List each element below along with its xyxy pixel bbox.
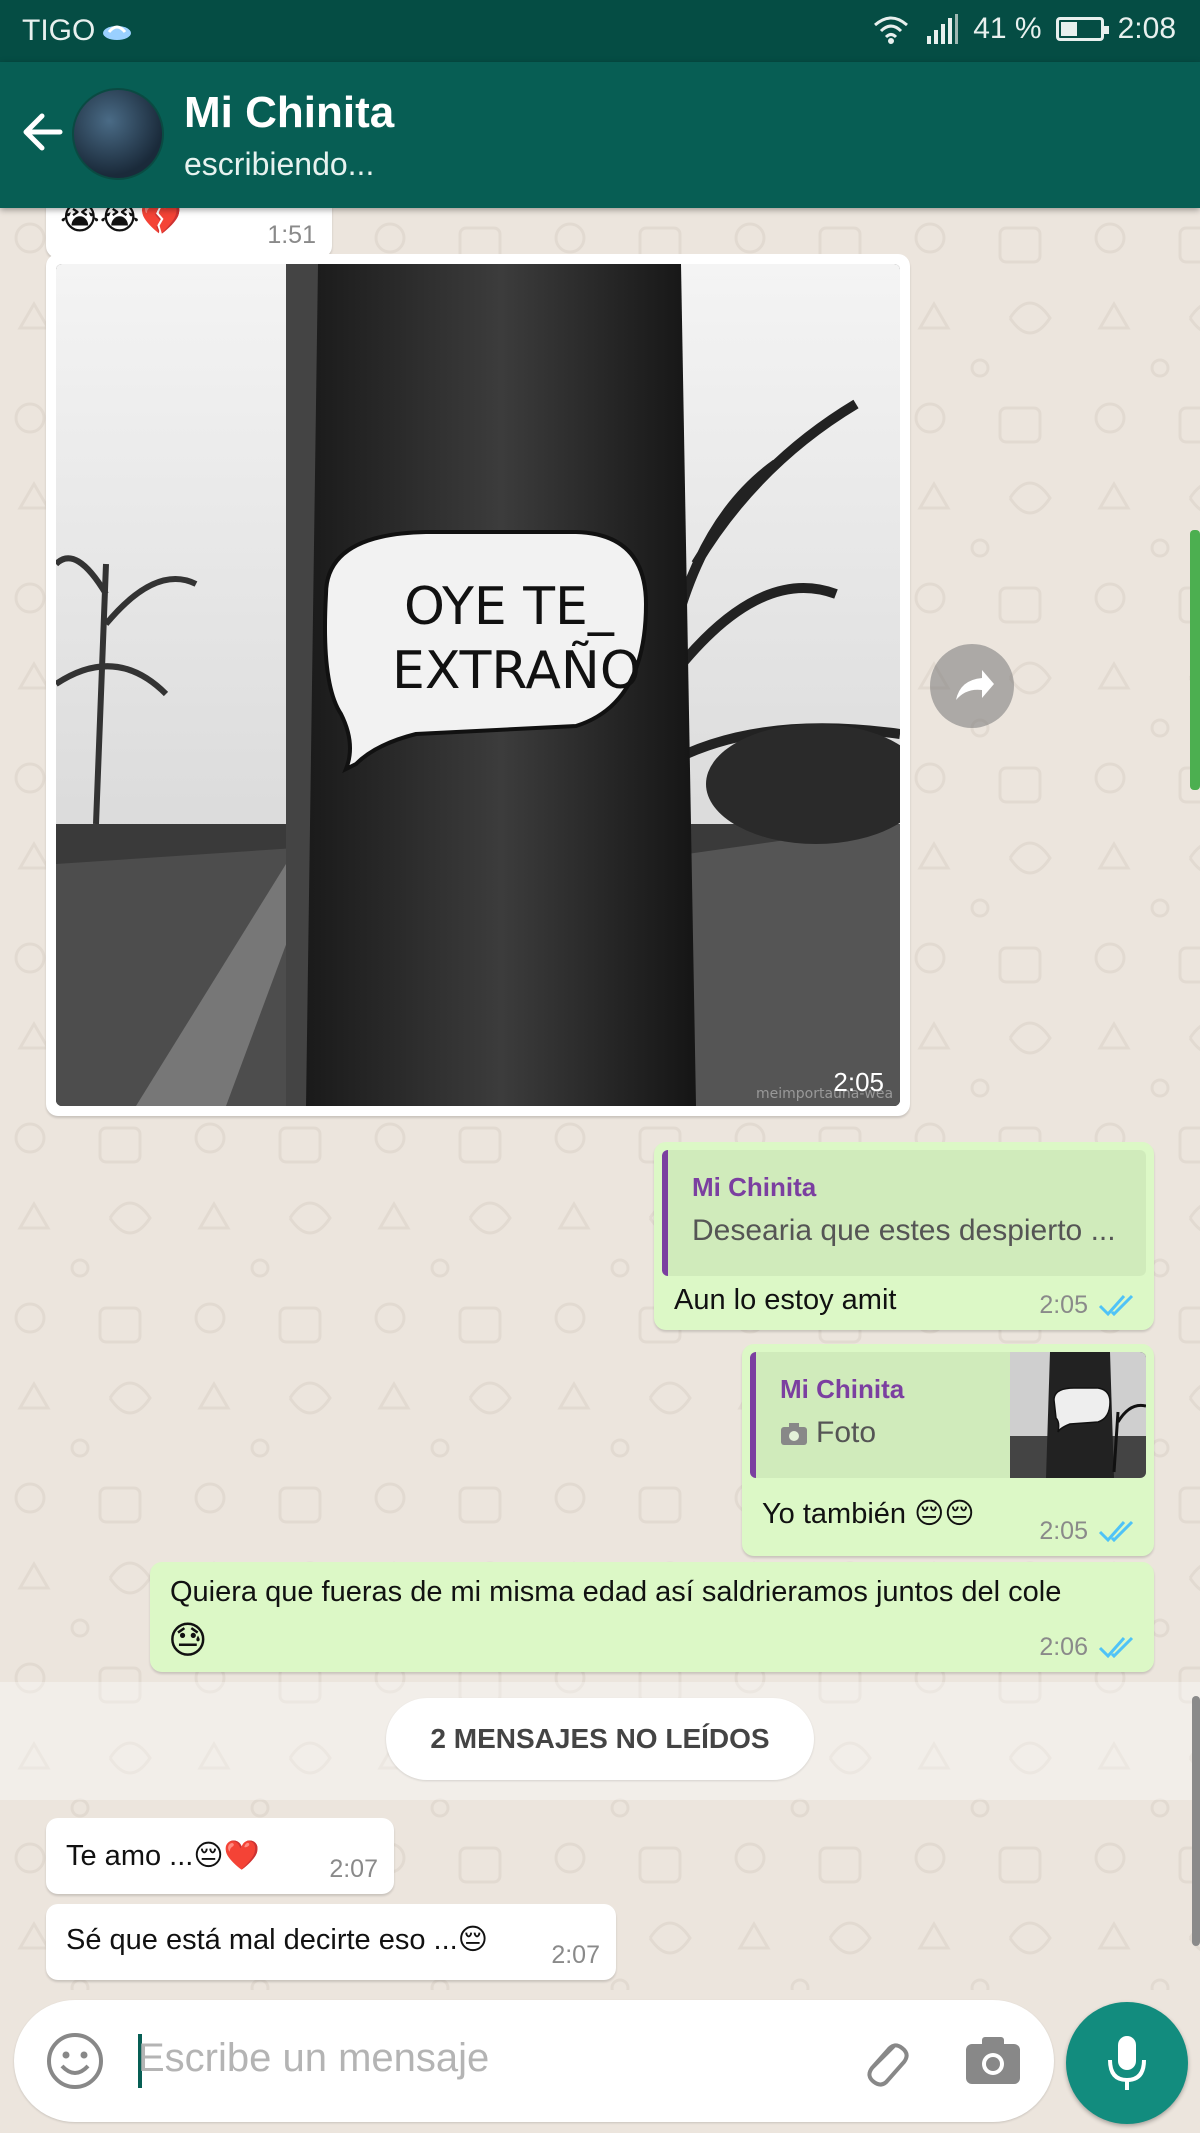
message-bubble[interactable]: 😭😭💔 1:51 [46, 208, 332, 258]
forward-button[interactable] [930, 644, 1014, 728]
battery-percent: 41 % [973, 12, 1042, 45]
signal-icon [927, 14, 959, 44]
message-time: 2:07 [551, 1941, 600, 1969]
photo-image[interactable]: OYE TE_ EXTRAÑO meimportauna-wea [56, 264, 900, 1106]
mic-button[interactable] [1066, 2002, 1188, 2124]
message-time: 2:05 [833, 1067, 884, 1097]
contact-name[interactable]: Mi Chinita [184, 88, 394, 138]
scrollbar-highlight[interactable] [1190, 530, 1200, 790]
quote-text: Foto [816, 1416, 877, 1449]
message-bubble[interactable]: Mi Chinita Foto Yo también 😔😔 2:05 [742, 1344, 1154, 1556]
message-text: Quiera que fueras de mi misma edad así s… [170, 1576, 1062, 1608]
double-check-icon [1098, 1294, 1134, 1317]
wifi-icon [874, 16, 909, 44]
quote-text: Desearia que estes despierto ... [692, 1214, 1116, 1247]
double-check-icon [1098, 1520, 1134, 1543]
message-text: Yo también 😔😔 [762, 1498, 975, 1530]
message-time: 2:05 [1039, 1291, 1088, 1319]
back-arrow-icon[interactable] [16, 104, 72, 160]
message-input[interactable]: Escribe un mensaje [14, 2000, 1054, 2122]
photo-message[interactable]: OYE TE_ EXTRAÑO meimportauna-wea 2:05 [46, 254, 910, 1116]
message-time: 2:05 [1039, 1517, 1088, 1545]
message-bubble[interactable]: Mi Chinita Desearia que estes despierto … [654, 1142, 1154, 1330]
message-text: Sé que está mal decirte eso ...😔 [66, 1924, 488, 1956]
battery-icon [1055, 17, 1109, 41]
camera-small-icon [781, 1423, 807, 1445]
input-bar: Escribe un mensaje [0, 1990, 1200, 2133]
carrier-label: TIGO [22, 14, 96, 47]
clock: 2:08 [1117, 12, 1176, 45]
quote-thumbnail [1010, 1352, 1146, 1478]
message-bubble[interactable]: Sé que está mal decirte eso ...😔 2:07 [46, 1904, 616, 1980]
emoji-icon[interactable] [44, 2030, 106, 2092]
photo-caption-line2: EXTRAÑO [392, 640, 641, 701]
message-time: 1:51 [267, 221, 316, 249]
emoji-sticker: 😭😭💔 [60, 208, 182, 237]
unread-label: 2 MENSAJES NO LEÍDOS [386, 1698, 814, 1780]
camera-icon[interactable] [964, 2034, 1022, 2088]
quoted-message[interactable]: Mi Chinita Foto [750, 1352, 1146, 1478]
carrier-logo-icon [103, 25, 132, 40]
message-bubble[interactable]: Te amo ...😔❤️ 2:07 [46, 1818, 394, 1894]
attach-icon[interactable] [854, 2030, 916, 2092]
input-placeholder: Escribe un mensaje [138, 2036, 490, 2080]
chat-area[interactable]: 😭😭💔 1:51 OYE TE_ EXTRAÑO meimportauna-we… [0, 208, 1200, 1990]
typing-status: escribiendo... [184, 146, 375, 182]
mic-icon [1108, 2036, 1146, 2090]
message-text: Aun lo estoy amit [674, 1284, 897, 1316]
scrollbar[interactable] [1192, 1696, 1200, 1946]
message-time: 2:07 [329, 1855, 378, 1883]
quoted-message[interactable]: Mi Chinita Desearia que estes despierto … [662, 1150, 1146, 1276]
message-time: 2:06 [1039, 1633, 1088, 1661]
message-bubble[interactable]: Quiera que fueras de mi misma edad así s… [150, 1562, 1154, 1672]
photo-caption-line1: OYE TE_ [404, 577, 615, 637]
chat-header: Mi Chinita escribiendo... [0, 62, 1200, 208]
double-check-icon [1098, 1636, 1134, 1659]
message-emoji: 😓 [168, 1620, 208, 1662]
message-text: Te amo ...😔❤️ [66, 1840, 260, 1872]
quote-author: Mi Chinita [780, 1374, 905, 1404]
status-bar: TIGO 41 % 2:08 [0, 0, 1200, 62]
avatar[interactable] [72, 88, 164, 180]
unread-divider: 2 MENSAJES NO LEÍDOS [0, 1682, 1200, 1800]
quote-author: Mi Chinita [692, 1172, 817, 1202]
forward-icon [956, 670, 994, 700]
